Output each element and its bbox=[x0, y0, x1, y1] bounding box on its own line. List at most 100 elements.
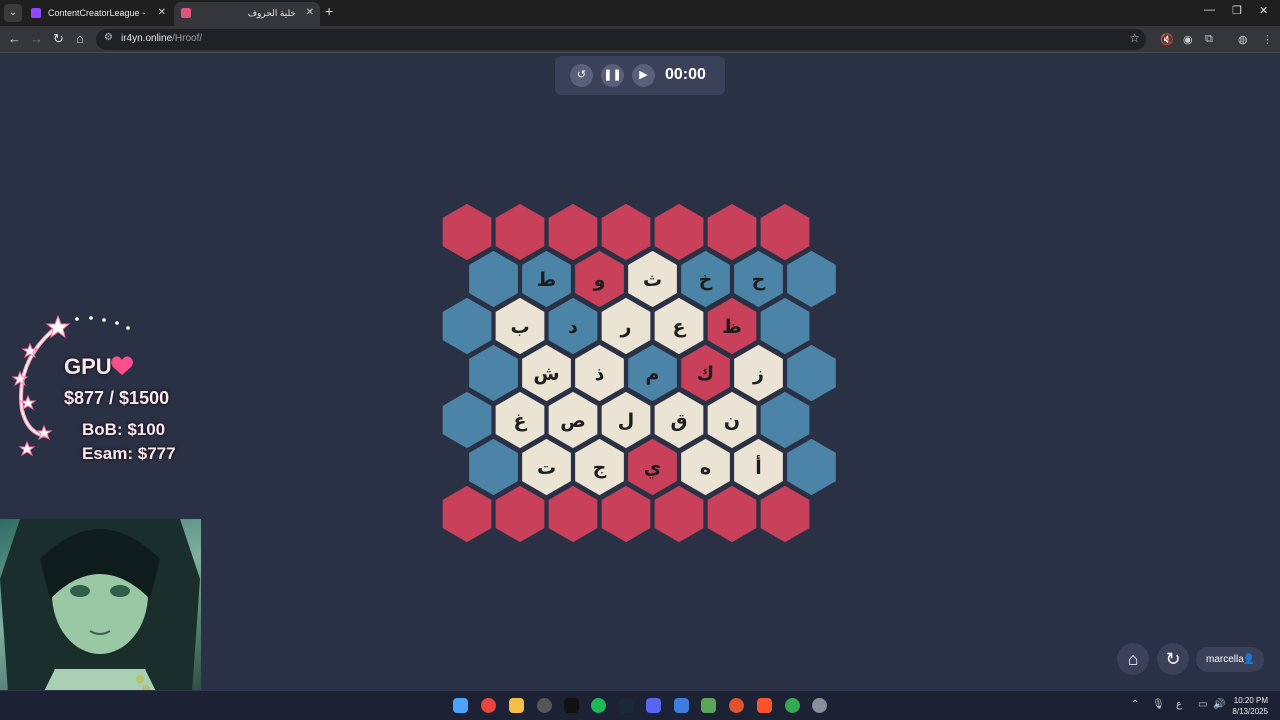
app-orange-icon[interactable] bbox=[729, 698, 744, 713]
start-windows-icon[interactable] bbox=[453, 698, 468, 713]
hex-cell[interactable] bbox=[441, 296, 493, 356]
hex-cell[interactable]: غ bbox=[494, 390, 546, 450]
hex-cell[interactable]: ر bbox=[600, 296, 652, 356]
hex-cell[interactable] bbox=[600, 202, 652, 262]
hex-cell[interactable] bbox=[600, 484, 652, 544]
hex-cell[interactable]: م bbox=[626, 343, 679, 403]
hex-cell[interactable]: ن bbox=[706, 390, 758, 450]
hex-cell[interactable]: ب bbox=[494, 296, 546, 356]
hex-cell[interactable]: ه bbox=[679, 437, 732, 497]
hex-cell[interactable]: ث bbox=[626, 249, 679, 309]
donor-esam: Esam: $777 bbox=[82, 444, 176, 463]
hex-cell[interactable]: ك bbox=[679, 343, 732, 403]
system-clock[interactable]: 10:20 PM 8/13/2025 bbox=[1232, 695, 1268, 717]
steam-icon[interactable] bbox=[618, 698, 633, 713]
hex-letter: د bbox=[568, 316, 578, 338]
hex-letter: م bbox=[646, 363, 660, 385]
chrome-active-icon[interactable] bbox=[785, 698, 800, 713]
clock-date: 8/13/2025 bbox=[1232, 707, 1268, 716]
hex-letter: ج bbox=[593, 457, 607, 479]
hex-cell[interactable] bbox=[785, 343, 838, 403]
hex-letter: ت bbox=[537, 457, 556, 479]
hex-cell[interactable] bbox=[759, 296, 811, 356]
hex-cell[interactable]: ح bbox=[732, 249, 785, 309]
tiktok-icon[interactable] bbox=[564, 698, 579, 713]
clock-time: 10:20 PM bbox=[1233, 696, 1268, 705]
hex-cell[interactable]: ج bbox=[573, 437, 626, 497]
hex-letter: ز bbox=[752, 363, 764, 385]
hex-cell[interactable] bbox=[441, 390, 493, 450]
hex-cell[interactable] bbox=[547, 202, 599, 262]
volume-icon[interactable]: 🔊 bbox=[1213, 699, 1225, 710]
hex-cell[interactable] bbox=[494, 484, 546, 544]
spotify-icon[interactable] bbox=[591, 698, 606, 713]
hex-cell[interactable] bbox=[759, 484, 811, 544]
discord-icon[interactable] bbox=[646, 698, 661, 713]
hex-letter: ث bbox=[643, 269, 662, 291]
hex-cell[interactable]: ص bbox=[547, 390, 599, 450]
hex-cell[interactable] bbox=[785, 437, 838, 497]
file-explorer-icon[interactable] bbox=[509, 698, 524, 713]
hex-cell[interactable] bbox=[785, 249, 838, 309]
hex-letter: ح bbox=[752, 269, 766, 291]
hex-cell[interactable]: ت bbox=[520, 437, 573, 497]
hex-cell[interactable] bbox=[441, 484, 493, 544]
hex-letter: ك bbox=[697, 363, 714, 385]
brave-icon[interactable] bbox=[757, 698, 772, 713]
hex-cell[interactable] bbox=[706, 484, 758, 544]
hex-cell[interactable] bbox=[441, 202, 493, 262]
app-icon[interactable] bbox=[674, 698, 689, 713]
hex-letter: ق bbox=[671, 410, 688, 432]
obs-icon[interactable] bbox=[537, 698, 552, 713]
hex-letter: غ bbox=[514, 410, 528, 432]
hex-cell[interactable]: ش bbox=[520, 343, 573, 403]
hex-letter: ب bbox=[510, 316, 529, 338]
hex-cell[interactable]: و bbox=[573, 249, 626, 309]
heart-icon bbox=[111, 356, 133, 375]
hex-cell[interactable]: خ bbox=[679, 249, 732, 309]
hex-letter: ن bbox=[724, 410, 740, 432]
gpu-title: GPU bbox=[64, 354, 112, 379]
hex-cell[interactable]: ط bbox=[520, 249, 573, 309]
hex-cell[interactable]: ق bbox=[653, 390, 705, 450]
hex-cell[interactable] bbox=[467, 343, 520, 403]
tray-chevron-icon[interactable]: ⌃ bbox=[1131, 699, 1139, 710]
hex-letter: ي bbox=[644, 457, 661, 480]
hex-letter: أ bbox=[755, 455, 762, 479]
user-badge[interactable]: marcella 👤 bbox=[1196, 647, 1264, 672]
username: marcella bbox=[1206, 654, 1244, 665]
hex-letter: ط bbox=[537, 269, 557, 291]
display-icon[interactable]: ▭ bbox=[1198, 699, 1207, 710]
user-icon: 👤 bbox=[1242, 654, 1255, 665]
hex-cell[interactable] bbox=[494, 202, 546, 262]
hex-cell[interactable] bbox=[653, 484, 705, 544]
hex-letter: ذ bbox=[595, 363, 605, 385]
hex-cell[interactable] bbox=[467, 437, 520, 497]
hex-cell[interactable]: ز bbox=[732, 343, 785, 403]
gpu-amount: $877 / $1500 bbox=[64, 388, 170, 408]
refresh-button[interactable]: ↻ bbox=[1157, 643, 1189, 675]
hex-cell[interactable]: ظ bbox=[706, 296, 758, 356]
notepad-icon[interactable] bbox=[701, 698, 716, 713]
hex-cell[interactable]: ع bbox=[653, 296, 705, 356]
hex-cell[interactable]: ي bbox=[626, 437, 679, 497]
hex-letter: ظ bbox=[722, 316, 742, 338]
hex-cell[interactable]: أ bbox=[732, 437, 785, 497]
hex-cell[interactable] bbox=[759, 390, 811, 450]
hex-cell[interactable] bbox=[759, 202, 811, 262]
home-button[interactable]: ⌂ bbox=[1117, 643, 1149, 675]
hex-cell[interactable] bbox=[706, 202, 758, 262]
hex-letter: خ bbox=[699, 269, 713, 291]
hex-cell[interactable] bbox=[653, 202, 705, 262]
hex-letter: ه bbox=[700, 457, 711, 479]
chrome-icon[interactable] bbox=[481, 698, 496, 713]
hex-cell[interactable] bbox=[467, 249, 520, 309]
hex-letter: ع bbox=[673, 316, 687, 338]
microphone-icon[interactable]: 🎙 bbox=[1152, 699, 1165, 710]
hex-cell[interactable]: د bbox=[547, 296, 599, 356]
hex-cell[interactable]: ذ bbox=[573, 343, 626, 403]
hex-cell[interactable] bbox=[547, 484, 599, 544]
language-indicator[interactable]: ع bbox=[1176, 699, 1182, 710]
settings-gear-icon[interactable] bbox=[812, 698, 827, 713]
hex-cell[interactable]: ل bbox=[600, 390, 652, 450]
